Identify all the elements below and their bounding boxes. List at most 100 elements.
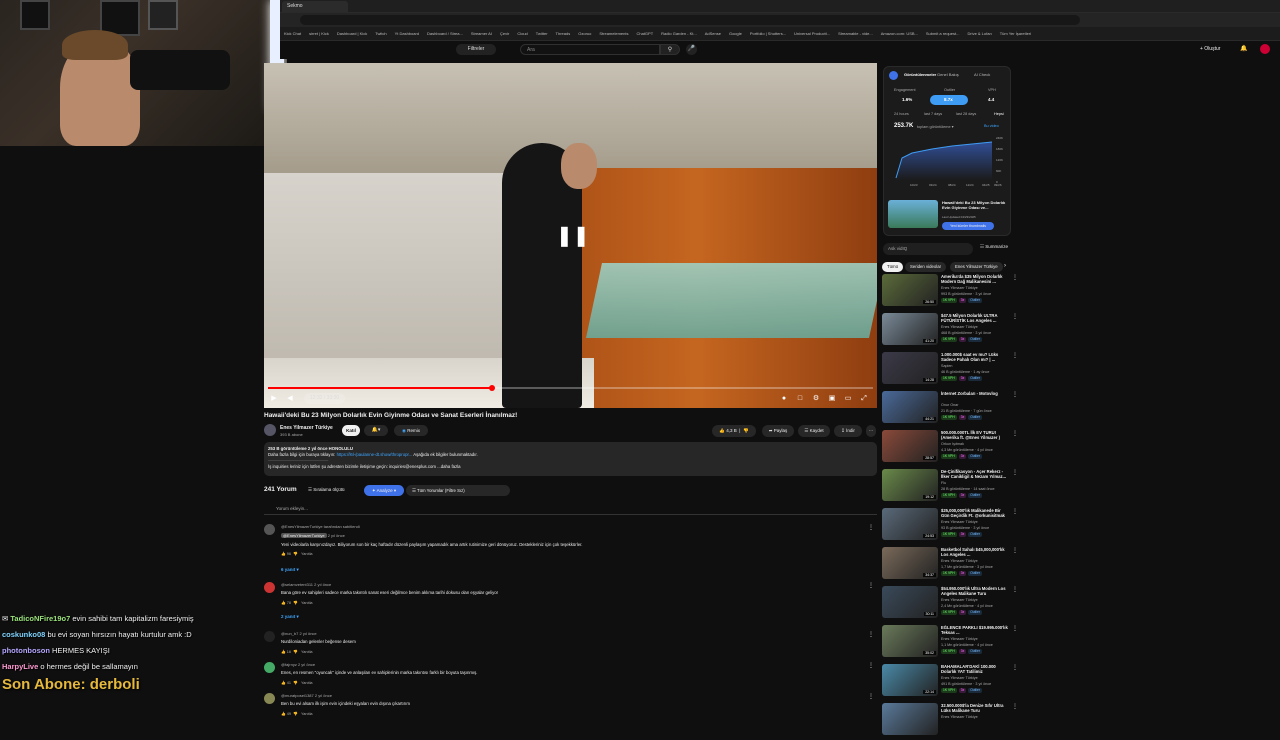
description-link[interactable]: https://l6l-/paulanne-dt.show/thropropr.… [337, 452, 413, 457]
search-icon[interactable]: ⚲ [660, 44, 680, 55]
sort-button[interactable]: ☰ Sıralama ölçütü [308, 487, 345, 493]
more-icon[interactable]: ⋮ [1012, 547, 1018, 554]
recommended-thumbnail[interactable]: 28:57 [882, 430, 938, 462]
recommended-thumbnail[interactable]: 41:20 [882, 313, 938, 345]
bookmark-item[interactable]: Universal Productt... [790, 31, 834, 36]
remix-button[interactable]: ◉ Remix [394, 425, 428, 436]
channel-avatar[interactable] [264, 424, 276, 436]
more-icon[interactable]: ⋮ [1012, 313, 1018, 320]
thumbs-down-icon[interactable]: 👎 [293, 650, 298, 654]
thumbnail-button[interactable]: Yeni kümler thumbnails [942, 222, 994, 230]
bookmark-item[interactable]: Ozoruo [574, 31, 595, 36]
recommended-channel[interactable]: Enes Yilmazer Türkiye [941, 559, 978, 563]
theater-icon[interactable]: ▭ [842, 393, 854, 405]
channel-name[interactable]: Enes Yilmazer Türkiye [280, 425, 333, 431]
bookmark-item[interactable]: Radio Garden - Kt... [657, 31, 701, 36]
recommended-video[interactable]: 34:37 Basketbol Sahalı $45,000,000'lık Lo… [882, 547, 1018, 584]
notification-bell-icon[interactable]: 🔔▾ [364, 425, 388, 436]
chip-all[interactable]: Tümü [882, 262, 903, 272]
ask-vidiq-input[interactable]: Ask vidIQ [883, 243, 973, 255]
recommended-thumbnail[interactable]: 14:28 [882, 352, 938, 384]
comment-filter-select[interactable]: ☰ Tüm Yorumlar (Filtre Sız) [406, 485, 510, 496]
recommended-channel[interactable]: Enes Yilmazer Türkiye [941, 676, 978, 680]
create-button[interactable]: + Oluştur [1200, 45, 1230, 54]
thumbs-up-icon[interactable]: 👍 [281, 681, 286, 685]
range-option[interactable]: last 28 days [956, 112, 976, 116]
recommended-thumbnail[interactable]: 22:14 [882, 664, 938, 696]
save-button[interactable]: ☰ Kaydet [798, 425, 830, 437]
thumbs-up-icon[interactable]: 👍 [281, 712, 286, 716]
recommended-channel[interactable]: Orkun Işıtmak [941, 442, 964, 446]
recommended-video[interactable]: 41:20 $47.5 Milyon Dolarlık ULTRA FÜTÜRİS… [882, 313, 1018, 350]
comment-menu-icon[interactable]: ⋮ [868, 693, 874, 700]
comment-menu-icon[interactable]: ⋮ [868, 582, 874, 589]
description-box[interactable]: 253 B görüntüleme 2 yıl önce HONOLULU Da… [264, 442, 877, 476]
recommended-channel[interactable]: Enes Yilmazer Türkiye [941, 325, 978, 329]
bookmark-item[interactable]: Tüm Yer İşaretleri [996, 31, 1035, 36]
reply-button[interactable]: Yanıtla [301, 601, 313, 605]
bookmark-item[interactable]: Twitch [371, 31, 390, 36]
microphone-icon[interactable]: 🎤 [686, 44, 697, 55]
analyze-button[interactable]: ✦ Analyze ▾ [364, 485, 404, 496]
like-button[interactable]: 👍 4,3 B | 👎 [712, 425, 756, 437]
views-dropdown[interactable]: toplam görüntüleme ▾ [917, 124, 954, 129]
thumbs-down-icon[interactable]: 👎 [293, 712, 298, 716]
chip-channel[interactable]: Enes Yilmazer Türkiye [950, 262, 1003, 272]
more-icon[interactable]: ⋮ [1012, 274, 1018, 281]
thumbs-up-icon[interactable]: 👍 [281, 650, 286, 654]
pause-icon[interactable]: ❚❚ [556, 223, 590, 249]
settings-icon[interactable]: ⚙ [810, 393, 822, 405]
recommended-video[interactable]: 26:50 Amerika'da $35 Milyon Dolarlık Mode… [882, 274, 1018, 311]
bookmark-item[interactable]: Amazon.com: USB... [877, 31, 922, 36]
vidiq-tab[interactable]: AI Check [974, 72, 990, 77]
range-option[interactable]: last 7 days [924, 112, 942, 116]
bookmark-item[interactable]: Dashboard / Strea... [423, 31, 467, 36]
miniplayer-icon[interactable]: ▣ [826, 393, 838, 405]
recommended-thumbnail[interactable]: 35:02 [882, 625, 938, 657]
add-comment-input[interactable]: Yorum ekleyin... [264, 503, 877, 515]
bookmark-item[interactable]: Submit a request... [922, 31, 964, 36]
range-option[interactable]: Hepsi [994, 112, 1004, 116]
recommended-title[interactable]: EĞLENCE PARKLI $19.995.000'lık Teksas ..… [941, 625, 1009, 635]
recommended-thumbnail[interactable]: 34:37 [882, 547, 938, 579]
recommended-title[interactable]: 1.000.000$ saat ev mu? Lüks Sadece Pahal… [941, 352, 1009, 362]
more-icon[interactable]: ⋮ [1012, 508, 1018, 515]
recommended-thumbnail[interactable]: 26:50 [882, 274, 938, 306]
recommended-channel[interactable]: Onur Onar [941, 403, 958, 407]
more-icon[interactable]: ⋮ [1012, 625, 1018, 632]
bell-icon[interactable]: 🔔 [1240, 45, 1249, 54]
avatar[interactable] [1260, 44, 1270, 54]
bookmark-item[interactable]: Dashboard | Kick [333, 31, 371, 36]
progress-bar[interactable] [268, 385, 873, 391]
recommended-title[interactable]: $25,000,000'lık Malikanede Bir Gün Geçir… [941, 508, 1009, 518]
recommended-thumbnail[interactable]: 44:21 [882, 391, 938, 423]
recommended-thumbnail[interactable]: 19:12 [882, 469, 938, 501]
bookmark-item[interactable]: AdSense [701, 31, 725, 36]
reply-button[interactable]: Yanıtla [301, 650, 313, 654]
comment-author[interactable]: @selamvetent311 2 yıl önce [281, 582, 331, 587]
comment-menu-icon[interactable]: ⋮ [868, 662, 874, 669]
more-icon[interactable]: ⋮ [1012, 586, 1018, 593]
bookmark-item[interactable]: Threads [552, 31, 575, 36]
thumbs-up-icon[interactable]: 👍 [281, 552, 286, 556]
bookmark-item[interactable]: Yt Dashboard [391, 31, 423, 36]
bookmark-item[interactable]: Portfolio | Shutters... [746, 31, 790, 36]
recommended-video[interactable]: 28:57 500.000.000TL İlk EV TURU! (Amerika… [882, 430, 1018, 467]
range-option[interactable]: 24 hours [894, 112, 909, 116]
filters-button[interactable]: Filtreler [456, 44, 496, 55]
join-button[interactable]: Katıl [342, 425, 360, 436]
more-icon[interactable]: ⋮ [1012, 664, 1018, 671]
recommended-title[interactable]: $47.5 Milyon Dolarlık ULTRA FÜTÜRİSTİK L… [941, 313, 1009, 323]
recommended-channel[interactable]: Enes Yilmazer Türkiye [941, 598, 978, 602]
bookmark-item[interactable]: sirret | Kick [305, 31, 333, 36]
thumbs-up-icon[interactable]: 👍 [281, 601, 286, 605]
bookmark-item[interactable]: Streamable - vide... [834, 31, 877, 36]
reply-button[interactable]: Yanıtla [301, 712, 313, 716]
recommended-title[interactable]: Basketbol Sahalı $45,000,000'lık Los Ang… [941, 547, 1009, 557]
summarize-button[interactable]: ☷ Summarize [980, 244, 1008, 250]
recommended-channel[interactable]: Enes Yilmazer Türkiye [941, 715, 978, 719]
recommended-thumbnail[interactable]: 24:53 [882, 508, 938, 540]
bookmark-item[interactable]: Cloud [513, 31, 531, 36]
recommended-video[interactable]: 32.500.000$'la Denize Sıfır Ultra Lüks M… [882, 703, 1018, 740]
recommended-title[interactable]: Amerika'da $35 Milyon Dolarlık Modern Da… [941, 274, 1009, 284]
